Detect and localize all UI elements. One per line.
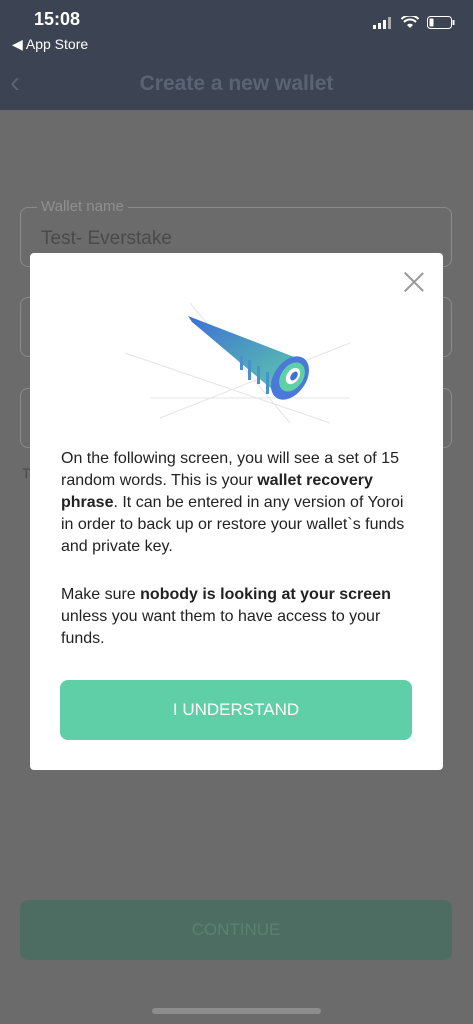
home-indicator bbox=[152, 1008, 321, 1014]
i-understand-button[interactable]: I UNDERSTAND bbox=[60, 680, 412, 740]
status-time: 15:08 bbox=[34, 9, 81, 29]
wallet-name-label: Wallet name bbox=[37, 198, 128, 215]
status-bar: 15:08 ◀ App Store bbox=[0, 0, 473, 60]
modal-paragraph-2: Make sure nobody is looking at your scre… bbox=[61, 586, 391, 647]
recovery-phrase-dialog: On the following screen, you will see a … bbox=[30, 253, 443, 770]
battery-icon bbox=[427, 16, 455, 29]
continue-button[interactable]: CONTINUE bbox=[20, 900, 452, 960]
close-icon[interactable] bbox=[403, 271, 425, 293]
app-header: ‹ Create a new wallet bbox=[0, 60, 473, 110]
signal-icon bbox=[373, 16, 391, 29]
wifi-icon bbox=[401, 16, 419, 28]
back-to-app-store[interactable]: ◀ App Store bbox=[12, 36, 88, 53]
page-title: Create a new wallet bbox=[139, 72, 334, 95]
modal-paragraph-1: On the following screen, you will see a … bbox=[61, 450, 405, 555]
telescope-illustration bbox=[124, 302, 351, 424]
wallet-name-value: Test- Everstake bbox=[41, 228, 172, 249]
